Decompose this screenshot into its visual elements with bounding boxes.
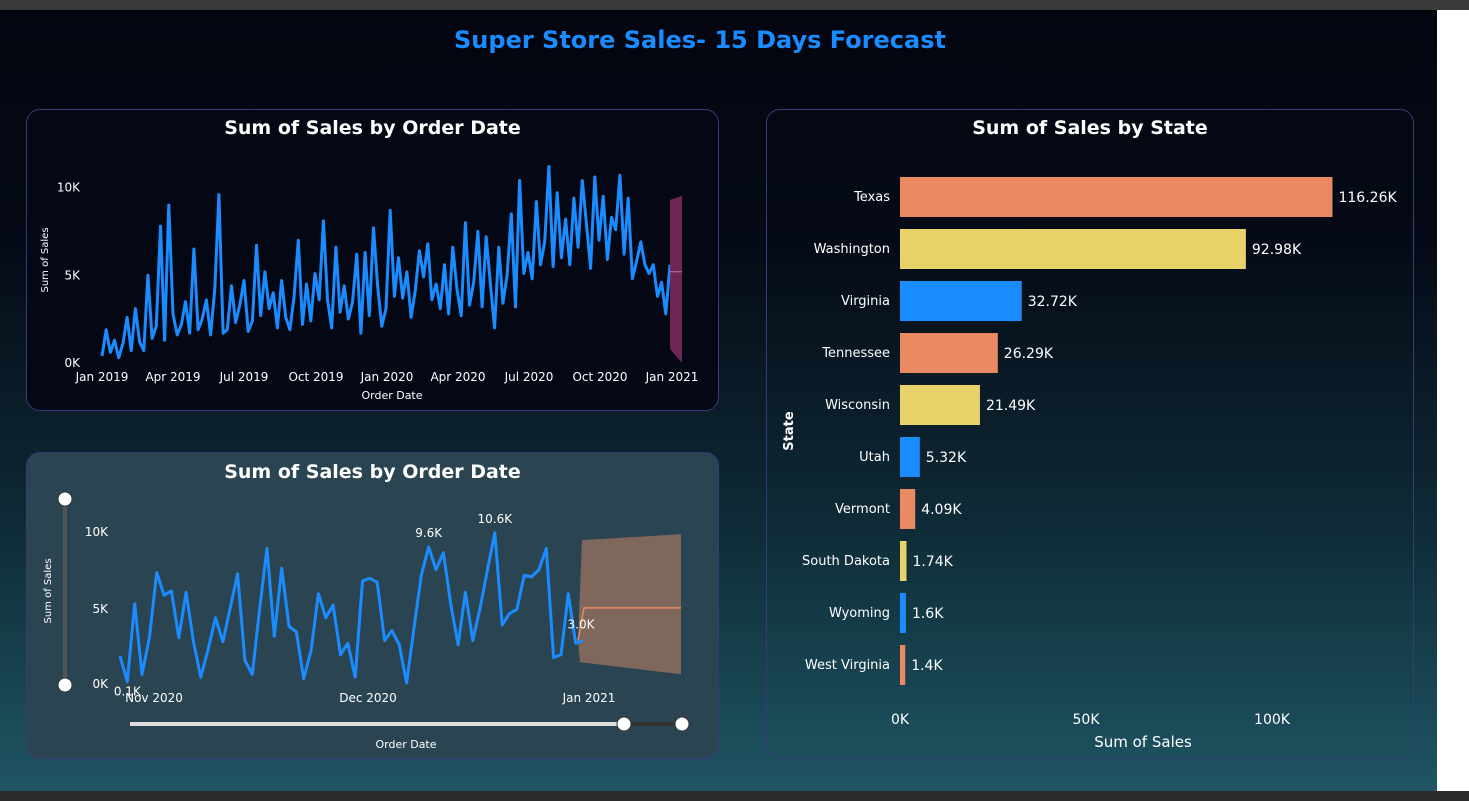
x-tick-label: Jan 2019 xyxy=(75,370,129,384)
x-tick-label: 0K xyxy=(891,712,910,728)
bar-virginia[interactable] xyxy=(900,281,1022,321)
sales-series-line xyxy=(100,165,672,360)
forecast-band xyxy=(670,195,682,363)
sales-by-state-svg: Texas 116.26K Washington 92.98K Virginia 32.7… xyxy=(782,177,1397,751)
window-right-strip xyxy=(1437,10,1469,791)
bar-utah[interactable] xyxy=(900,437,920,477)
dashboard-canvas: Super Store Sales- 15 Days Forecast Sum … xyxy=(0,10,1437,791)
data-label: 1.74K xyxy=(912,554,953,570)
x-tick-label: Dec 2020 xyxy=(339,691,397,705)
x-tick-label: Oct 2019 xyxy=(288,370,343,384)
bar-west-virginia[interactable] xyxy=(900,645,906,685)
bar-wyoming[interactable] xyxy=(900,593,906,633)
x-axis-label: Order Date xyxy=(375,738,436,751)
window-bottom-strip xyxy=(0,791,1469,801)
bar-south-dakota[interactable] xyxy=(900,541,907,581)
data-label: 3.0K xyxy=(568,618,596,632)
y-tick-label: 5K xyxy=(64,268,81,282)
x-slider-handle-left[interactable] xyxy=(616,716,632,732)
y-axis-label: Sum of Sales xyxy=(40,227,51,292)
x-axis-label: Sum of Sales xyxy=(1094,733,1192,751)
data-label: 10.6K xyxy=(478,512,514,526)
bar-washington[interactable] xyxy=(900,229,1246,269)
data-label: 5.32K xyxy=(926,450,967,466)
data-label: 1.6K xyxy=(912,606,944,622)
data-label: 1.4K xyxy=(911,658,943,674)
category-label: Washington xyxy=(814,242,890,257)
category-label: Virginia xyxy=(841,294,890,309)
x-tick-label: Jan 2021 xyxy=(562,691,616,705)
x-tick-label: Jan 2021 xyxy=(645,370,699,384)
x-tick-label: Apr 2020 xyxy=(430,370,485,384)
x-tick-label: Jul 2019 xyxy=(219,370,269,384)
sales-by-date-chart[interactable]: Sum of Sales by Order Date 0K 5K 10K Sum of… xyxy=(26,109,719,411)
data-label: 32.72K xyxy=(1028,294,1078,310)
sales-forecast-svg: 0K5K10KSum of SalesNov 2020 Dec 2020 Jan 2… xyxy=(43,491,690,751)
y-slider-handle-top[interactable] xyxy=(57,491,73,507)
data-label: 0.1K xyxy=(114,685,142,699)
data-label: 92.98K xyxy=(1252,242,1302,258)
sales-by-state-chart[interactable]: Sum of Sales by State Texas 116.26K Washin… xyxy=(766,109,1414,759)
sales-series-line xyxy=(118,531,584,685)
x-tick-label: Apr 2019 xyxy=(145,370,200,384)
y-tick-label: 10K xyxy=(85,525,109,539)
bar-vermont[interactable] xyxy=(900,489,916,529)
x-slider-handle-right[interactable] xyxy=(674,716,690,732)
y-tick-label: 10K xyxy=(57,181,81,195)
window-top-strip xyxy=(0,0,1469,10)
data-label: 9.6K xyxy=(415,526,443,540)
sales-forecast-chart[interactable]: Sum of Sales by Order Date 0K 5K 10K Sum of… xyxy=(26,452,719,759)
bar-tennessee[interactable] xyxy=(900,333,998,373)
data-label: 21.49K xyxy=(986,398,1036,414)
category-label: Wisconsin xyxy=(825,398,890,413)
category-label: Vermont xyxy=(835,502,890,517)
y-axis-label: Sum of Sales xyxy=(43,558,54,623)
category-label: Tennessee xyxy=(821,346,890,361)
category-label: South Dakota xyxy=(802,554,890,569)
category-label: West Virginia xyxy=(805,658,890,673)
x-tick-label: 50K xyxy=(1073,712,1101,728)
y-axis-label: State xyxy=(782,411,797,451)
dashboard-title: Super Store Sales- 15 Days Forecast xyxy=(454,26,946,54)
x-tick-label: Jan 2020 xyxy=(360,370,414,384)
y-tick-label: 5K xyxy=(92,602,109,616)
x-tick-label: 100K xyxy=(1254,712,1291,728)
sales-by-date-svg: 0K 5K 10K Sum of Sales Jan 2019 Apr 2019 Jul 2… xyxy=(40,165,699,402)
data-label: 4.09K xyxy=(921,502,962,518)
y-slider-handle-bottom[interactable] xyxy=(57,677,73,693)
category-label: Wyoming xyxy=(829,606,890,621)
category-label: Utah xyxy=(859,450,890,465)
data-label: 116.26K xyxy=(1338,190,1397,206)
y-tick-label: 0K xyxy=(92,677,109,691)
x-tick-label: Oct 2020 xyxy=(572,370,627,384)
x-tick-label: Jul 2020 xyxy=(504,370,554,384)
bar-wisconsin[interactable] xyxy=(900,385,980,425)
data-label: 26.29K xyxy=(1004,346,1054,362)
y-tick-label: 0K xyxy=(64,356,81,370)
forecast-band xyxy=(578,534,681,675)
bar-texas[interactable] xyxy=(900,177,1333,217)
category-label: Texas xyxy=(853,190,890,205)
x-axis-label: Order Date xyxy=(361,389,422,402)
